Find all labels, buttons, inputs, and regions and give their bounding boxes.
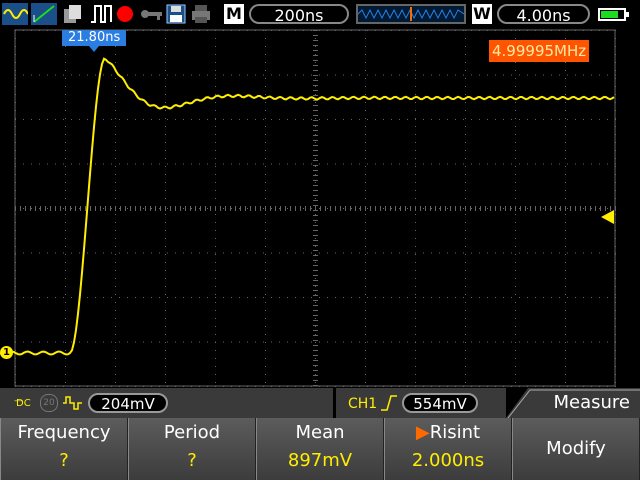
- window-indicator[interactable]: W: [472, 4, 492, 24]
- mean-label: Mean: [295, 422, 345, 443]
- risint-value: 2.000ns: [411, 450, 485, 471]
- trigger-source[interactable]: CH1: [348, 396, 377, 412]
- volts-per-div-readout[interactable]: 204mV: [88, 393, 168, 413]
- period-label: Period: [163, 422, 221, 443]
- timebase-readout[interactable]: 200ns: [249, 4, 349, 25]
- frequency-value: ?: [59, 450, 69, 471]
- waveform-icon[interactable]: [2, 3, 28, 25]
- save-icon[interactable]: [166, 3, 186, 25]
- frequency-readout: 4.99995MHz: [489, 40, 590, 62]
- modify-button[interactable]: Modify: [512, 418, 640, 480]
- menu-title: Measure: [553, 392, 631, 413]
- selected-arrow-icon: ▶: [415, 422, 430, 443]
- waveform-display[interactable]: 21.80ns 4.99995MHz 1: [0, 28, 640, 388]
- rising-edge-icon[interactable]: [380, 394, 398, 412]
- invert-icon[interactable]: [62, 395, 84, 411]
- frequency-label: Frequency: [17, 422, 111, 443]
- measure-menu: Frequency ? Period ? Mean 897mV ▶Risint …: [0, 418, 640, 480]
- mean-value: 897mV: [287, 450, 353, 471]
- ch1-trace: [0, 57, 615, 356]
- risint-label: Risint: [429, 422, 481, 443]
- risint-button[interactable]: ▶Risint 2.000ns: [384, 418, 512, 480]
- frequency-button[interactable]: Frequency ?: [0, 418, 128, 480]
- memory-position-bar[interactable]: [356, 4, 466, 24]
- status-bar: M 200ns W 4.00ns: [0, 0, 640, 28]
- mean-button[interactable]: Mean 897mV: [256, 418, 384, 480]
- mode-indicator[interactable]: M: [224, 4, 244, 24]
- graticule: [14, 29, 616, 387]
- ch1-ground-marker[interactable]: 1: [0, 346, 13, 359]
- window-timebase-readout[interactable]: 4.00ns: [497, 4, 590, 25]
- period-button[interactable]: Period ?: [128, 418, 256, 480]
- period-value: ?: [187, 450, 197, 471]
- trigger-level-readout[interactable]: 554mV: [402, 393, 478, 413]
- record-icon[interactable]: [116, 3, 136, 25]
- channel-info-bar: — DC 20 204mV CH1 554mV Measure: [0, 388, 640, 418]
- coupling-label[interactable]: DC: [16, 398, 31, 409]
- trigger-time-badge: 21.80ns: [62, 30, 127, 52]
- pulse-icon[interactable]: [89, 3, 113, 25]
- key-icon[interactable]: [140, 3, 164, 25]
- ramp-icon[interactable]: [31, 3, 57, 25]
- persistence-icon[interactable]: [60, 3, 86, 25]
- bw-limit-icon[interactable]: 20: [40, 394, 58, 412]
- trigger-level-marker[interactable]: [601, 210, 614, 224]
- print-icon[interactable]: [190, 3, 212, 25]
- battery-icon: [598, 8, 629, 21]
